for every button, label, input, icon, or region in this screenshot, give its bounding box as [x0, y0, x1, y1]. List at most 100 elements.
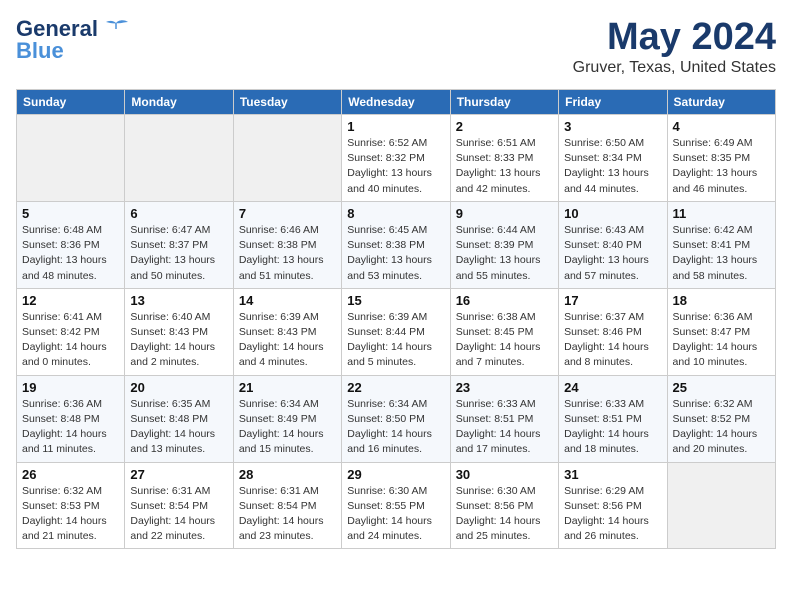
table-row: 31 Sunrise: 6:29 AMSunset: 8:56 PMDaylig…	[559, 462, 667, 549]
table-row: 12 Sunrise: 6:41 AMSunset: 8:42 PMDaylig…	[17, 288, 125, 375]
day-info: Sunrise: 6:30 AMSunset: 8:55 PMDaylight:…	[347, 484, 444, 545]
day-info: Sunrise: 6:44 AMSunset: 8:39 PMDaylight:…	[456, 223, 553, 284]
day-info: Sunrise: 6:52 AMSunset: 8:32 PMDaylight:…	[347, 136, 444, 197]
day-number: 11	[673, 206, 770, 221]
day-number: 16	[456, 293, 553, 308]
table-row: 18 Sunrise: 6:36 AMSunset: 8:47 PMDaylig…	[667, 288, 775, 375]
day-number: 15	[347, 293, 444, 308]
day-info: Sunrise: 6:32 AMSunset: 8:52 PMDaylight:…	[673, 397, 770, 458]
day-number: 10	[564, 206, 661, 221]
table-row: 16 Sunrise: 6:38 AMSunset: 8:45 PMDaylig…	[450, 288, 558, 375]
table-row	[667, 462, 775, 549]
col-sunday: Sunday	[17, 90, 125, 115]
table-row: 3 Sunrise: 6:50 AMSunset: 8:34 PMDayligh…	[559, 115, 667, 202]
day-number: 20	[130, 380, 227, 395]
day-info: Sunrise: 6:29 AMSunset: 8:56 PMDaylight:…	[564, 484, 661, 545]
day-number: 22	[347, 380, 444, 395]
table-row: 21 Sunrise: 6:34 AMSunset: 8:49 PMDaylig…	[233, 375, 341, 462]
table-row	[17, 115, 125, 202]
calendar-header-row: Sunday Monday Tuesday Wednesday Thursday…	[17, 90, 776, 115]
day-info: Sunrise: 6:37 AMSunset: 8:46 PMDaylight:…	[564, 310, 661, 371]
day-info: Sunrise: 6:33 AMSunset: 8:51 PMDaylight:…	[456, 397, 553, 458]
table-row: 28 Sunrise: 6:31 AMSunset: 8:54 PMDaylig…	[233, 462, 341, 549]
table-row: 5 Sunrise: 6:48 AMSunset: 8:36 PMDayligh…	[17, 201, 125, 288]
day-info: Sunrise: 6:38 AMSunset: 8:45 PMDaylight:…	[456, 310, 553, 371]
day-number: 17	[564, 293, 661, 308]
day-number: 28	[239, 467, 336, 482]
col-friday: Friday	[559, 90, 667, 115]
day-info: Sunrise: 6:39 AMSunset: 8:43 PMDaylight:…	[239, 310, 336, 371]
table-row: 2 Sunrise: 6:51 AMSunset: 8:33 PMDayligh…	[450, 115, 558, 202]
table-row: 29 Sunrise: 6:30 AMSunset: 8:55 PMDaylig…	[342, 462, 450, 549]
col-saturday: Saturday	[667, 90, 775, 115]
day-number: 25	[673, 380, 770, 395]
day-number: 3	[564, 119, 661, 134]
table-row: 15 Sunrise: 6:39 AMSunset: 8:44 PMDaylig…	[342, 288, 450, 375]
page-header: General Blue May 2024 Gruver, Texas, Uni…	[16, 16, 776, 77]
table-row: 11 Sunrise: 6:42 AMSunset: 8:41 PMDaylig…	[667, 201, 775, 288]
day-number: 27	[130, 467, 227, 482]
day-number: 14	[239, 293, 336, 308]
day-number: 7	[239, 206, 336, 221]
day-info: Sunrise: 6:32 AMSunset: 8:53 PMDaylight:…	[22, 484, 119, 545]
day-number: 24	[564, 380, 661, 395]
calendar-location: Gruver, Texas, United States	[573, 59, 776, 77]
table-row: 22 Sunrise: 6:34 AMSunset: 8:50 PMDaylig…	[342, 375, 450, 462]
table-row: 19 Sunrise: 6:36 AMSunset: 8:48 PMDaylig…	[17, 375, 125, 462]
day-info: Sunrise: 6:39 AMSunset: 8:44 PMDaylight:…	[347, 310, 444, 371]
day-number: 9	[456, 206, 553, 221]
table-row: 17 Sunrise: 6:37 AMSunset: 8:46 PMDaylig…	[559, 288, 667, 375]
day-number: 31	[564, 467, 661, 482]
day-info: Sunrise: 6:34 AMSunset: 8:50 PMDaylight:…	[347, 397, 444, 458]
day-info: Sunrise: 6:35 AMSunset: 8:48 PMDaylight:…	[130, 397, 227, 458]
day-info: Sunrise: 6:31 AMSunset: 8:54 PMDaylight:…	[130, 484, 227, 545]
logo-bird-icon	[102, 19, 130, 39]
day-info: Sunrise: 6:40 AMSunset: 8:43 PMDaylight:…	[130, 310, 227, 371]
day-number: 12	[22, 293, 119, 308]
table-row: 25 Sunrise: 6:32 AMSunset: 8:52 PMDaylig…	[667, 375, 775, 462]
table-row: 4 Sunrise: 6:49 AMSunset: 8:35 PMDayligh…	[667, 115, 775, 202]
day-info: Sunrise: 6:43 AMSunset: 8:40 PMDaylight:…	[564, 223, 661, 284]
table-row: 14 Sunrise: 6:39 AMSunset: 8:43 PMDaylig…	[233, 288, 341, 375]
day-info: Sunrise: 6:51 AMSunset: 8:33 PMDaylight:…	[456, 136, 553, 197]
col-monday: Monday	[125, 90, 233, 115]
day-info: Sunrise: 6:45 AMSunset: 8:38 PMDaylight:…	[347, 223, 444, 284]
day-number: 8	[347, 206, 444, 221]
table-row: 23 Sunrise: 6:33 AMSunset: 8:51 PMDaylig…	[450, 375, 558, 462]
table-row: 13 Sunrise: 6:40 AMSunset: 8:43 PMDaylig…	[125, 288, 233, 375]
table-row: 27 Sunrise: 6:31 AMSunset: 8:54 PMDaylig…	[125, 462, 233, 549]
table-row: 24 Sunrise: 6:33 AMSunset: 8:51 PMDaylig…	[559, 375, 667, 462]
table-row	[233, 115, 341, 202]
day-info: Sunrise: 6:36 AMSunset: 8:47 PMDaylight:…	[673, 310, 770, 371]
day-info: Sunrise: 6:48 AMSunset: 8:36 PMDaylight:…	[22, 223, 119, 284]
day-info: Sunrise: 6:46 AMSunset: 8:38 PMDaylight:…	[239, 223, 336, 284]
logo-text-blue: Blue	[16, 38, 64, 64]
table-row: 30 Sunrise: 6:30 AMSunset: 8:56 PMDaylig…	[450, 462, 558, 549]
table-row: 8 Sunrise: 6:45 AMSunset: 8:38 PMDayligh…	[342, 201, 450, 288]
table-row: 10 Sunrise: 6:43 AMSunset: 8:40 PMDaylig…	[559, 201, 667, 288]
day-info: Sunrise: 6:47 AMSunset: 8:37 PMDaylight:…	[130, 223, 227, 284]
calendar-table: Sunday Monday Tuesday Wednesday Thursday…	[16, 89, 776, 549]
day-number: 29	[347, 467, 444, 482]
day-number: 23	[456, 380, 553, 395]
calendar-title: May 2024	[573, 16, 776, 59]
col-tuesday: Tuesday	[233, 90, 341, 115]
day-info: Sunrise: 6:42 AMSunset: 8:41 PMDaylight:…	[673, 223, 770, 284]
day-number: 4	[673, 119, 770, 134]
table-row: 7 Sunrise: 6:46 AMSunset: 8:38 PMDayligh…	[233, 201, 341, 288]
day-number: 1	[347, 119, 444, 134]
day-number: 13	[130, 293, 227, 308]
table-row: 20 Sunrise: 6:35 AMSunset: 8:48 PMDaylig…	[125, 375, 233, 462]
day-number: 5	[22, 206, 119, 221]
logo: General Blue	[16, 16, 130, 64]
col-wednesday: Wednesday	[342, 90, 450, 115]
title-block: May 2024 Gruver, Texas, United States	[573, 16, 776, 77]
table-row: 1 Sunrise: 6:52 AMSunset: 8:32 PMDayligh…	[342, 115, 450, 202]
day-info: Sunrise: 6:30 AMSunset: 8:56 PMDaylight:…	[456, 484, 553, 545]
day-info: Sunrise: 6:50 AMSunset: 8:34 PMDaylight:…	[564, 136, 661, 197]
table-row: 6 Sunrise: 6:47 AMSunset: 8:37 PMDayligh…	[125, 201, 233, 288]
table-row	[125, 115, 233, 202]
day-info: Sunrise: 6:49 AMSunset: 8:35 PMDaylight:…	[673, 136, 770, 197]
day-number: 18	[673, 293, 770, 308]
table-row: 9 Sunrise: 6:44 AMSunset: 8:39 PMDayligh…	[450, 201, 558, 288]
